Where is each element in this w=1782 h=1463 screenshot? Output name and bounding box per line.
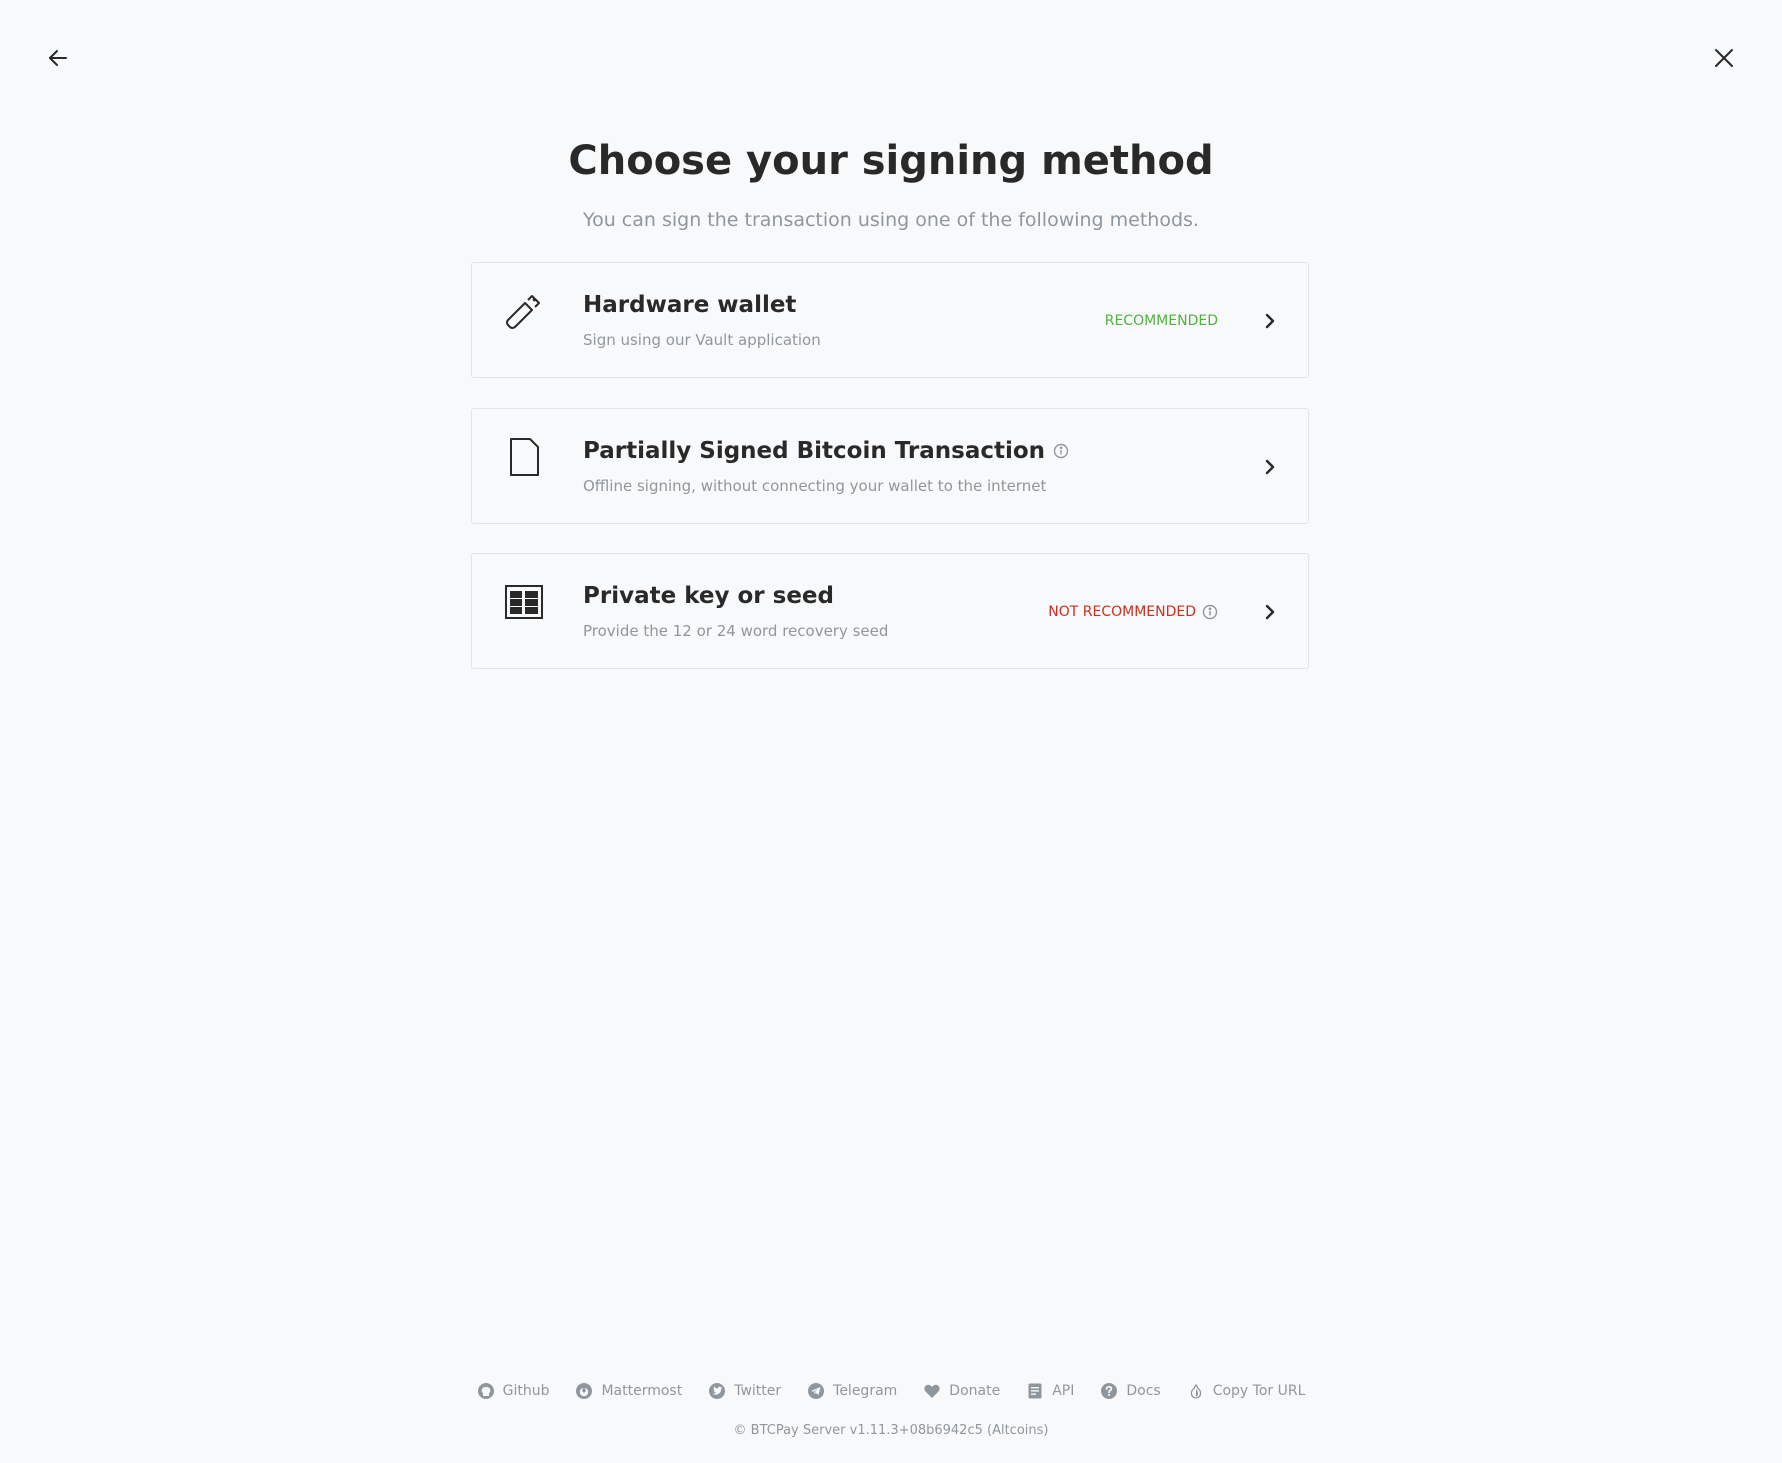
tor-onion-icon: [1190, 1383, 1201, 1399]
recommended-badge: RECOMMENDED: [1105, 310, 1218, 332]
signing-method-page: Choose your signing method You can sign …: [0, 0, 1782, 1463]
info-icon[interactable]: [1053, 443, 1069, 459]
not-recommended-badge-text: NOT RECOMMENDED: [1048, 604, 1196, 620]
close-icon: [1715, 49, 1733, 67]
seed-grid-icon: [504, 582, 544, 622]
private-key-option[interactable]: Private key or seed Provide the 12 or 24…: [471, 553, 1309, 669]
hardware-wallet-title: Hardware wallet: [583, 289, 796, 321]
chevron-right-icon: [1260, 600, 1280, 624]
footer-link-label: Github: [502, 1383, 550, 1399]
psbt-description: Offline signing, without connecting your…: [583, 477, 1047, 495]
close-button[interactable]: [1706, 40, 1742, 76]
footer-link-mattermost[interactable]: Mattermost: [575, 1380, 682, 1402]
github-icon: [477, 1383, 494, 1399]
footer-link-label: Telegram: [833, 1383, 898, 1399]
psbt-title-text: Partially Signed Bitcoin Transaction: [583, 438, 1046, 464]
arrow-left-icon: [49, 50, 67, 66]
not-recommended-badge: NOT RECOMMENDED: [1048, 601, 1218, 623]
psbt-option[interactable]: Partially Signed Bitcoin Transaction Off…: [471, 408, 1309, 524]
hardware-wallet-icon: [504, 291, 544, 331]
footer-link-twitter[interactable]: Twitter: [708, 1380, 781, 1402]
api-doc-icon: [1028, 1383, 1042, 1399]
info-icon[interactable]: [1202, 604, 1218, 620]
page-subtitle: You can sign the transaction using one o…: [583, 209, 1199, 231]
private-key-title: Private key or seed: [583, 580, 834, 612]
footer-link-label: Donate: [949, 1383, 1001, 1399]
telegram-icon: [808, 1383, 825, 1399]
footer-link-telegram[interactable]: Telegram: [807, 1380, 897, 1402]
footer-link-label: Mattermost: [601, 1383, 683, 1399]
footer-link-label: API: [1052, 1383, 1075, 1399]
footer-link-label: Twitter: [734, 1383, 782, 1399]
heart-icon: [924, 1384, 940, 1398]
private-key-description: Provide the 12 or 24 word recovery seed: [583, 622, 889, 640]
private-key-title-text: Private key or seed: [583, 583, 834, 609]
hardware-wallet-description: Sign using our Vault application: [583, 331, 821, 349]
hardware-wallet-option[interactable]: Hardware wallet Sign using our Vault app…: [471, 262, 1309, 378]
page-title: Choose your signing method: [568, 138, 1214, 184]
footer-link-copy-tor-url[interactable]: Copy Tor URL: [1187, 1380, 1306, 1402]
footer-link-label: Copy Tor URL: [1212, 1383, 1306, 1399]
footer-link-donate[interactable]: Donate: [923, 1380, 1000, 1402]
copyright-text: © BTCPay Server v1.11.3+08b6942c5 (Altco…: [733, 1423, 1049, 1438]
footer-link-api[interactable]: API: [1026, 1380, 1074, 1402]
question-icon: [1101, 1383, 1118, 1399]
twitter-icon: [709, 1383, 726, 1399]
footer-link-label: Docs: [1126, 1383, 1161, 1399]
footer-links: Github Mattermost Twitter Telegram Donat…: [0, 1380, 1782, 1402]
recommended-badge-text: RECOMMENDED: [1104, 313, 1218, 329]
chevron-right-icon: [1260, 309, 1280, 333]
psbt-title: Partially Signed Bitcoin Transaction: [583, 435, 1069, 467]
footer-link-github[interactable]: Github: [477, 1380, 550, 1402]
document-icon: [504, 437, 544, 477]
mattermost-icon: [576, 1383, 593, 1399]
footer-link-docs[interactable]: Docs: [1100, 1380, 1161, 1402]
back-button[interactable]: [40, 40, 76, 76]
chevron-right-icon: [1260, 455, 1280, 479]
hardware-wallet-title-text: Hardware wallet: [583, 292, 797, 318]
